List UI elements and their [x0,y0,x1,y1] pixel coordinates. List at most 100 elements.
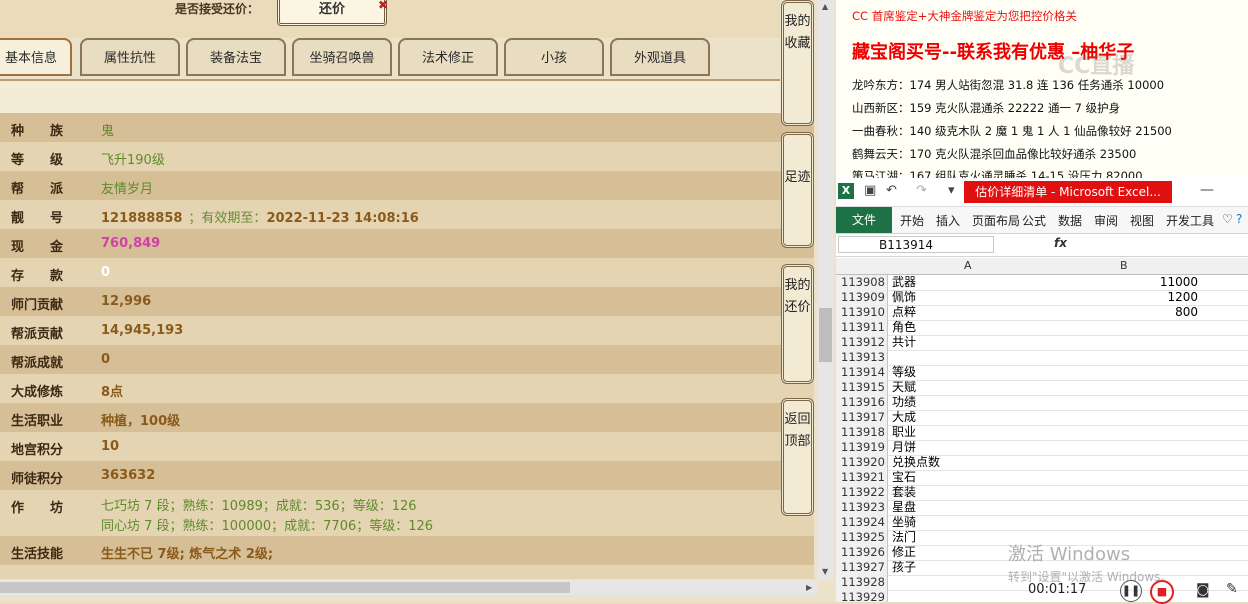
table-row[interactable]: 113910 点粹 800 [836,305,1248,321]
save-icon[interactable]: ▣ [864,183,876,198]
tab-view[interactable]: 视图 [1130,212,1154,229]
tab-appearance[interactable]: 外观道具 [610,38,710,76]
back-to-top-button[interactable]: 返回顶部 [781,398,814,516]
scroll-thumb[interactable] [0,582,570,593]
close-icon[interactable]: ✖ [378,0,388,12]
cell-a[interactable]: 宝石 [892,470,916,485]
table-row[interactable]: 113918 职业 [836,425,1248,441]
column-b-header[interactable]: B [1120,259,1128,272]
column-a-header[interactable]: A [964,259,972,272]
tab-basic-info[interactable]: 基本信息 [0,38,72,76]
table-row[interactable]: 113913 [836,350,1248,366]
row-number[interactable]: 113923 [836,500,888,515]
horizontal-scrollbar[interactable]: ▶ [0,580,817,595]
table-row[interactable]: 113914 等级 [836,365,1248,381]
cell-a[interactable]: 套装 [892,485,916,500]
name-box[interactable]: B113914 [838,236,994,253]
row-number[interactable]: 113915 [836,380,888,395]
row-number[interactable]: 113921 [836,470,888,485]
row-number[interactable]: 113913 [836,350,888,365]
cell-a[interactable]: 武器 [892,275,916,290]
row-number[interactable]: 113909 [836,290,888,305]
row-number[interactable]: 113919 [836,440,888,455]
minimize-icon[interactable]: — [1200,182,1214,198]
row-number[interactable]: 113911 [836,320,888,335]
row-number[interactable]: 113917 [836,410,888,425]
scroll-down-icon[interactable]: ▼ [822,567,828,576]
row-number[interactable]: 113908 [836,275,888,290]
pause-icon[interactable]: ❚❚ [1120,580,1142,602]
tab-mounts[interactable]: 坐骑召唤兽 [292,38,392,76]
my-favorites-button[interactable]: 我的收藏 [781,0,814,126]
tab-page-layout[interactable]: 页面布局 [972,212,1020,229]
table-row[interactable]: 113912 共计 [836,335,1248,351]
scroll-up-icon[interactable]: ▲ [822,2,828,11]
table-row[interactable]: 113909 佩饰 1200 [836,290,1248,306]
row-number[interactable]: 113924 [836,515,888,530]
cell-a[interactable]: 功绩 [892,395,916,410]
table-row[interactable]: 113921 宝石 [836,470,1248,486]
row-number[interactable]: 113927 [836,560,888,575]
row-number[interactable]: 113926 [836,545,888,560]
vertical-scrollbar[interactable]: ▲ ▼ [817,0,834,580]
tab-home[interactable]: 开始 [900,212,924,229]
row-number[interactable]: 113910 [836,305,888,320]
tab-formulas[interactable]: 公式 [1022,212,1046,229]
tab-insert[interactable]: 插入 [936,212,960,229]
cell-a[interactable]: 法门 [892,530,916,545]
cell-b[interactable]: 11000 [1048,275,1198,290]
offer-button[interactable]: 还价 [277,0,387,26]
row-number[interactable]: 113920 [836,455,888,470]
tab-file[interactable]: 文件 [836,207,892,233]
row-number[interactable]: 113929 [836,590,888,602]
cell-a[interactable]: 孩子 [892,560,916,575]
camera-icon[interactable]: ◙ [1196,582,1210,598]
table-row[interactable]: 113908 武器 11000 [836,275,1248,291]
tab-data[interactable]: 数据 [1058,212,1082,229]
my-offers-button[interactable]: 我的还价 [781,264,814,384]
cell-a[interactable]: 修正 [892,545,916,560]
tab-equipment[interactable]: 装备法宝 [186,38,286,76]
cell-a[interactable]: 共计 [892,335,916,350]
table-row[interactable]: 113920 兑换点数 [836,455,1248,471]
tab-developer[interactable]: 开发工具 [1166,212,1214,229]
redo-icon[interactable]: ↷ [916,183,927,198]
cell-a[interactable]: 兑换点数 [892,455,940,470]
scroll-thumb[interactable] [819,308,832,362]
tab-attributes[interactable]: 属性抗性 [80,38,180,76]
table-row[interactable]: 113922 套装 [836,485,1248,501]
cell-a[interactable]: 大成 [892,410,916,425]
tab-review[interactable]: 审阅 [1094,212,1118,229]
customize-icon[interactable]: ▾ [948,183,955,198]
chevron-down-icon[interactable]: ♡ [1222,212,1233,226]
cell-a[interactable]: 职业 [892,425,916,440]
table-row[interactable]: 113924 坐骑 [836,515,1248,531]
pen-icon[interactable]: ✎ [1226,581,1238,597]
scroll-right-icon[interactable]: ▶ [806,583,812,592]
row-number[interactable]: 113922 [836,485,888,500]
row-number[interactable]: 113914 [836,365,888,380]
row-number[interactable]: 113916 [836,395,888,410]
table-row[interactable]: 113915 天赋 [836,380,1248,396]
cell-a[interactable]: 点粹 [892,305,916,320]
cell-a[interactable]: 星盘 [892,500,916,515]
cell-a[interactable]: 天赋 [892,380,916,395]
row-number[interactable]: 113912 [836,335,888,350]
cell-a[interactable]: 月饼 [892,440,916,455]
tab-children[interactable]: 小孩 [504,38,604,76]
stop-icon[interactable]: ■ [1150,580,1174,604]
footprint-button[interactable]: 足迹 [781,132,814,248]
fx-icon[interactable]: fx [1054,236,1067,250]
undo-icon[interactable]: ↶ [886,183,897,198]
cell-a[interactable]: 坐骑 [892,515,916,530]
table-row[interactable]: 113911 角色 [836,320,1248,336]
row-number[interactable]: 113918 [836,425,888,440]
help-icon[interactable]: ? [1236,212,1242,226]
table-row[interactable]: 113919 月饼 [836,440,1248,456]
tab-spell-correction[interactable]: 法术修正 [398,38,498,76]
cell-a[interactable]: 等级 [892,365,916,380]
row-number[interactable]: 113925 [836,530,888,545]
cell-a[interactable]: 角色 [892,320,916,335]
cell-b[interactable]: 1200 [1048,290,1198,305]
table-row[interactable]: 113923 星盘 [836,500,1248,516]
